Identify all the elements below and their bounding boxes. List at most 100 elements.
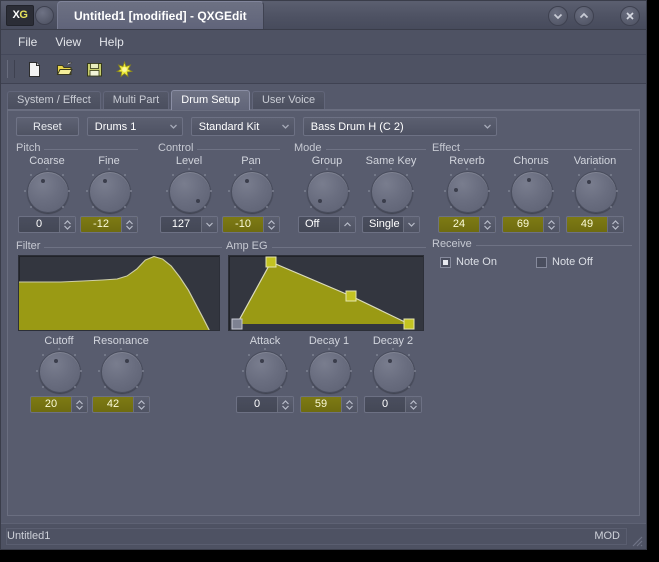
- spinner-arrows[interactable]: [543, 217, 559, 232]
- knob-coarse[interactable]: Coarse 0: [16, 155, 78, 233]
- menu-view[interactable]: View: [46, 32, 90, 52]
- knob-attack-dial[interactable]: [242, 348, 288, 394]
- spinner-arrows[interactable]: [607, 217, 623, 232]
- spin-reverb-value: 24: [452, 218, 466, 230]
- knob-pan[interactable]: Pan -10: [220, 155, 282, 233]
- tab-multi-part[interactable]: Multi Part: [102, 91, 170, 109]
- knob-indicator: [318, 199, 323, 204]
- knob-attack[interactable]: Attack 0: [234, 335, 296, 413]
- knob-pan-dial[interactable]: [228, 168, 274, 214]
- knob-variation-dial[interactable]: [572, 168, 618, 214]
- knob-coarse-dial[interactable]: [24, 168, 70, 214]
- knob-variation[interactable]: Variation 49: [564, 155, 626, 233]
- knob-resonance-dial[interactable]: [98, 348, 144, 394]
- knob-decay-2-dial[interactable]: [370, 348, 416, 394]
- knob-level[interactable]: Level 127: [158, 155, 220, 233]
- spin-same-key[interactable]: Single: [362, 216, 420, 233]
- note-combo[interactable]: Bass Drum H (C 2): [302, 117, 497, 136]
- knob-decay-2[interactable]: Decay 2 0: [362, 335, 424, 413]
- knob-chorus-dial[interactable]: [508, 168, 554, 214]
- knob-fine-dial[interactable]: [86, 168, 132, 214]
- group-frame: [16, 247, 222, 248]
- spin-reverb[interactable]: 24: [438, 216, 496, 233]
- spinner-arrows[interactable]: [479, 217, 495, 232]
- knob-decay-1[interactable]: Decay 1 59: [298, 335, 360, 413]
- window-menu-icon[interactable]: [35, 6, 54, 25]
- knob-reverb[interactable]: Reverb 24: [436, 155, 498, 233]
- knob-resonance[interactable]: Resonance 42: [90, 335, 152, 413]
- spinner-arrows[interactable]: [405, 397, 421, 412]
- knob-chorus[interactable]: Chorus 69: [500, 155, 562, 233]
- checkbox-note-off-box[interactable]: [536, 256, 547, 268]
- knob-indicator: [587, 180, 592, 185]
- reset-button[interactable]: Reset: [16, 117, 79, 136]
- knob-indicator: [102, 179, 107, 184]
- tab-user-voice[interactable]: User Voice: [251, 91, 326, 109]
- knob-same-key-dial[interactable]: [368, 168, 414, 214]
- spinner-arrows[interactable]: [201, 217, 217, 232]
- spin-variation[interactable]: 49: [566, 216, 624, 233]
- knob-tick: [370, 370, 372, 372]
- checkbox-note-on[interactable]: Note On: [440, 256, 497, 268]
- checkbox-note-off-label: Note Off: [552, 256, 593, 268]
- checkbox-note-on-box[interactable]: [440, 256, 451, 268]
- amp-envelope-graph[interactable]: [228, 255, 424, 331]
- toolbar-drag-handle[interactable]: [7, 60, 15, 78]
- spinner-arrows[interactable]: [71, 397, 87, 412]
- knob-level-dial[interactable]: [166, 168, 212, 214]
- spinner-arrows[interactable]: [263, 217, 279, 232]
- knob-group[interactable]: Group Off: [296, 155, 358, 233]
- knob-same-key[interactable]: Same Key Single: [360, 155, 422, 233]
- knob-tick: [98, 370, 100, 372]
- spin-cutoff[interactable]: 20: [30, 396, 88, 413]
- spinner-arrows[interactable]: [277, 397, 293, 412]
- knob-tick: [341, 205, 344, 208]
- knob-tick: [407, 385, 410, 388]
- new-file-icon[interactable]: [19, 57, 49, 81]
- spin-coarse[interactable]: 0: [18, 216, 76, 233]
- spinner-arrows[interactable]: [121, 217, 137, 232]
- tab-system-effect[interactable]: System / Effect: [7, 91, 101, 109]
- knob-tick: [210, 190, 212, 192]
- close-icon[interactable]: [620, 6, 640, 26]
- filter-response-graph[interactable]: [18, 255, 220, 331]
- reset-all-icon[interactable]: [109, 57, 139, 81]
- amp-eg-handle-origin: [231, 318, 243, 330]
- knob-group-dial[interactable]: [304, 168, 350, 214]
- spinner-arrows[interactable]: [341, 397, 357, 412]
- kit-combo[interactable]: Standard Kit: [190, 117, 295, 136]
- knob-decay-1-dial[interactable]: [306, 348, 352, 394]
- spin-group[interactable]: Off: [298, 216, 356, 233]
- spin-decay-1[interactable]: 59: [300, 396, 358, 413]
- chevron-down-icon: [479, 118, 496, 135]
- maximize-icon[interactable]: [574, 6, 594, 26]
- knob-tick: [36, 370, 38, 372]
- knob-tick: [392, 348, 394, 350]
- spin-chorus[interactable]: 69: [502, 216, 560, 233]
- spinner-arrows[interactable]: [59, 217, 75, 232]
- tab-drum-setup[interactable]: Drum Setup: [171, 90, 250, 110]
- group-mode-label: Mode: [294, 142, 326, 154]
- spin-level[interactable]: 127: [160, 216, 218, 233]
- spinner-arrows[interactable]: [339, 217, 355, 232]
- knob-fine[interactable]: Fine -12: [78, 155, 140, 233]
- knob-reverb-dial[interactable]: [444, 168, 490, 214]
- menu-help[interactable]: Help: [90, 32, 133, 52]
- spin-resonance[interactable]: 42: [92, 396, 150, 413]
- spin-decay-2[interactable]: 0: [364, 396, 422, 413]
- spin-attack[interactable]: 0: [236, 396, 294, 413]
- knob-cutoff[interactable]: Cutoff 20: [28, 335, 90, 413]
- menu-file[interactable]: File: [9, 32, 46, 52]
- open-file-icon[interactable]: [49, 57, 79, 81]
- resize-grip-icon[interactable]: [630, 534, 643, 547]
- knob-cutoff-dial[interactable]: [36, 348, 82, 394]
- checkbox-note-off[interactable]: Note Off: [536, 256, 593, 268]
- spin-pan[interactable]: -10: [222, 216, 280, 233]
- minimize-icon[interactable]: [548, 6, 568, 26]
- menu-bar: File View Help: [1, 30, 646, 55]
- spin-fine[interactable]: -12: [80, 216, 138, 233]
- spinner-arrows[interactable]: [133, 397, 149, 412]
- save-file-icon[interactable]: [79, 57, 109, 81]
- drumset-combo[interactable]: Drums 1: [86, 117, 183, 136]
- spinner-arrows[interactable]: [403, 217, 419, 232]
